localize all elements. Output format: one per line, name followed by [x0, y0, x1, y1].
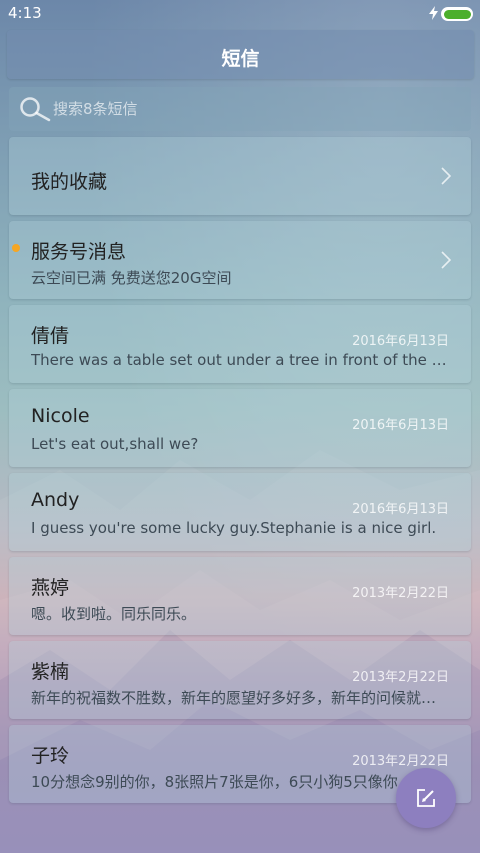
- page-title: 短信: [221, 48, 260, 70]
- conversation-title: Andy: [31, 489, 80, 511]
- compose-icon: [417, 789, 435, 807]
- list-item-conversation[interactable]: Andy 2016年6月13日 I guess you're some luck…: [9, 473, 471, 551]
- conversation-preview: 新年的祝福数不胜数，新年的愿望好多好多，新年的问候就一句: [31, 689, 449, 707]
- conversation-title: 服务号消息: [31, 241, 127, 263]
- battery-level: [443, 9, 471, 19]
- list-item-favorites[interactable]: 我的收藏: [9, 137, 471, 215]
- conversation-preview: There was a table set out under a tree i…: [31, 351, 449, 369]
- conversation-title: Nicole: [31, 405, 90, 427]
- conversation-date: 2013年2月22日: [352, 670, 449, 685]
- search-input[interactable]: [53, 98, 453, 120]
- conversation-title: 倩倩: [31, 325, 70, 347]
- conversation-date: 2016年6月13日: [352, 502, 449, 517]
- list-item-service-messages[interactable]: 服务号消息 云空间已满 免费送您20G空间: [9, 221, 471, 299]
- list-item-conversation[interactable]: 紫楠 2013年2月22日 新年的祝福数不胜数，新年的愿望好多好多，新年的问候就…: [9, 641, 471, 719]
- conversation-title: 子玲: [31, 745, 70, 767]
- conversation-preview: 嗯。收到啦。同乐同乐。: [31, 605, 197, 623]
- chevron-right-icon: [441, 251, 451, 269]
- conversation-date: 2013年2月22日: [352, 586, 449, 601]
- app-header: 短信: [7, 30, 474, 79]
- bolt-icon: [429, 6, 438, 20]
- list-item-conversation[interactable]: Nicole 2016年6月13日 Let's eat out,shall we…: [9, 389, 471, 467]
- conversation-preview: I guess you're some lucky guy.Stephanie …: [31, 519, 437, 537]
- status-bar: 4:13: [0, 0, 480, 28]
- list-item-conversation[interactable]: 燕婷 2013年2月22日 嗯。收到啦。同乐同乐。: [9, 557, 471, 635]
- battery-icon: [441, 7, 473, 21]
- conversation-title: 燕婷: [31, 577, 70, 599]
- conversation-title: 紫楠: [31, 661, 70, 683]
- conversation-date: 2016年6月13日: [352, 418, 449, 433]
- chevron-right-icon: [441, 167, 451, 185]
- conversation-preview: 云空间已满 免费送您20G空间: [31, 269, 232, 287]
- conversation-title: 我的收藏: [31, 171, 108, 193]
- conversation-preview: 10分想念9别的你，8张照片7张是你，6只小狗5只像你: [31, 773, 398, 791]
- status-time: 4:13: [8, 4, 42, 22]
- conversation-date: 2013年2月22日: [352, 754, 449, 769]
- unread-dot: [12, 244, 20, 252]
- conversation-date: 2016年6月13日: [352, 334, 449, 349]
- list-item-conversation[interactable]: 倩倩 2016年6月13日 There was a table set out …: [9, 305, 471, 383]
- search-icon: [20, 97, 51, 122]
- search-bar[interactable]: [9, 87, 471, 131]
- conversation-preview: Let's eat out,shall we?: [31, 435, 199, 453]
- compose-button[interactable]: [396, 768, 456, 828]
